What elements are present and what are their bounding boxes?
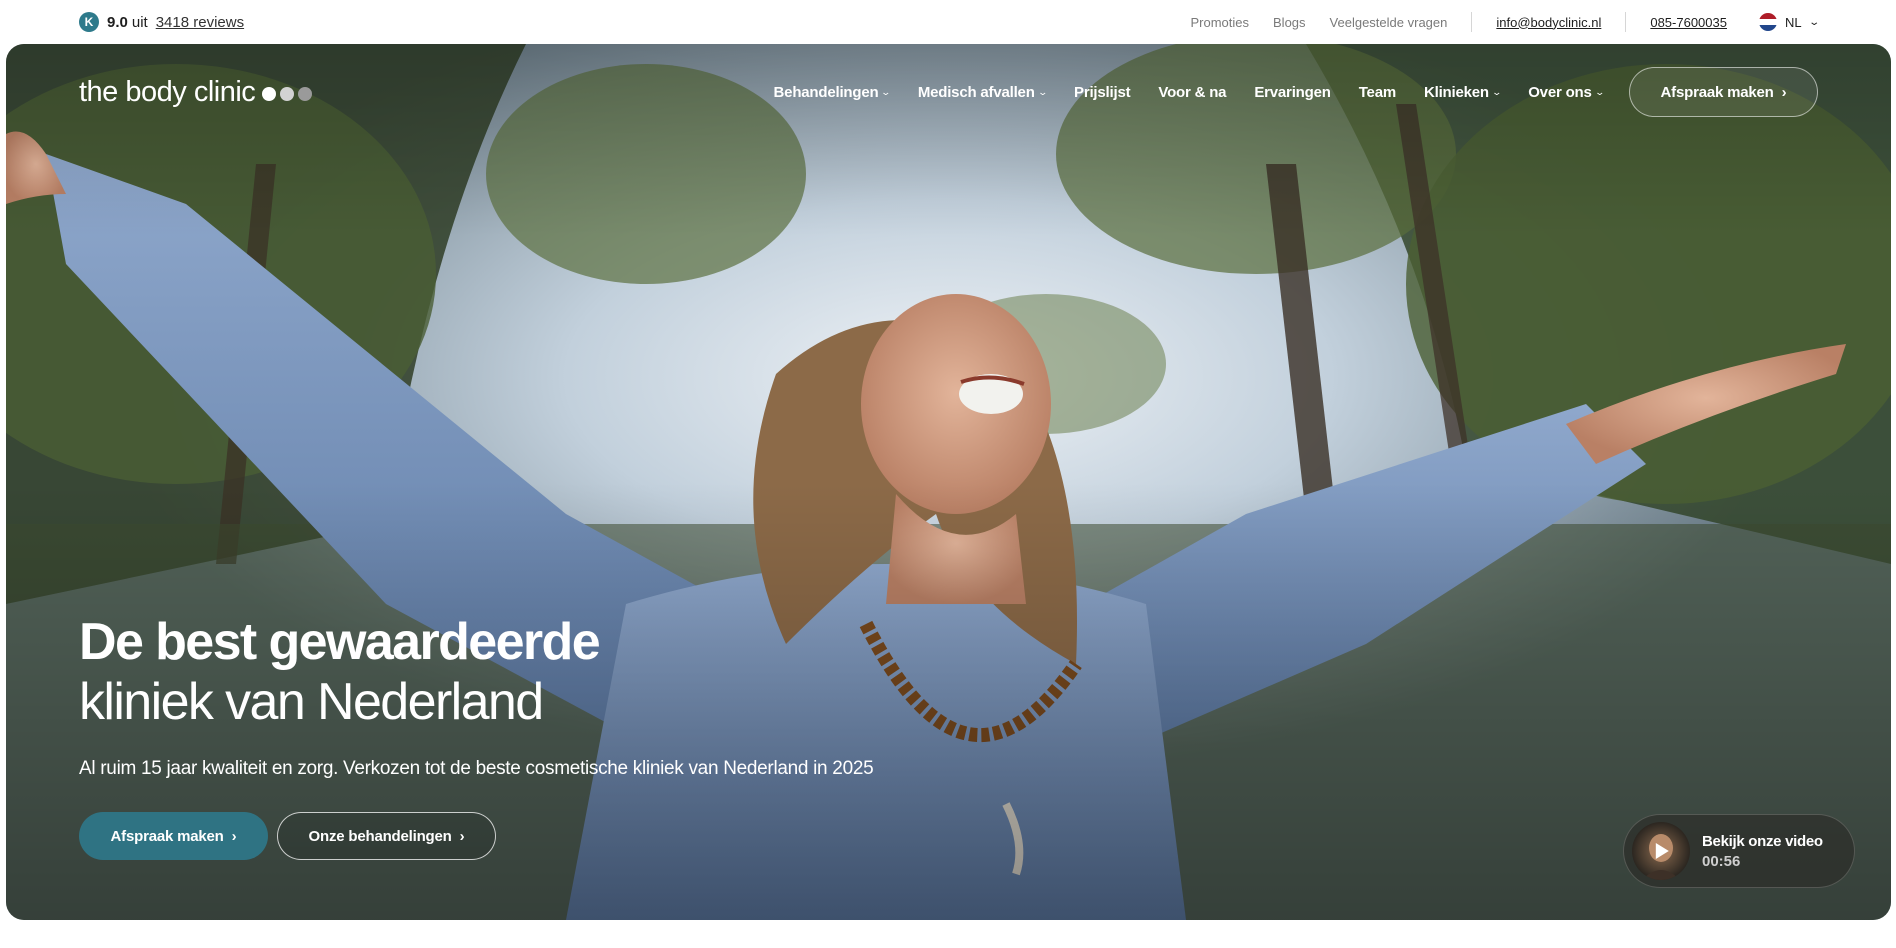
chevron-right-icon: › — [1781, 83, 1787, 101]
logo-text: the body clinic — [79, 75, 256, 108]
nav-item-label: Voor & na — [1158, 83, 1227, 101]
nav-item-team[interactable]: Team — [1359, 84, 1396, 101]
nav-item-label: Klinieken — [1423, 83, 1489, 101]
nav-item-label: Ervaringen — [1254, 83, 1331, 101]
reviews-link[interactable]: 3418 reviews — [156, 14, 244, 31]
nav-item-label: Prijslijst — [1074, 83, 1131, 101]
nav-item-label: Behandelingen — [773, 83, 879, 101]
nav-item-label: Medisch afvallen — [917, 83, 1035, 101]
nav-item-label: Over ons — [1528, 83, 1592, 101]
appointment-button[interactable]: Afspraak maken › — [79, 812, 268, 860]
logo-dots-icon — [262, 87, 313, 101]
kiyoh-k-icon: K — [79, 12, 99, 32]
video-text: Bekijk onze video 00:56 — [1702, 833, 1823, 870]
utility-link-faq[interactable]: Veelgestelde vragen — [1330, 15, 1448, 30]
video-card[interactable]: Bekijk onze video 00:56 — [1623, 814, 1855, 888]
language-label: NL — [1784, 14, 1802, 30]
language-selector[interactable]: NL ⌄ — [1758, 13, 1820, 31]
video-label: Bekijk onze video — [1702, 832, 1823, 850]
nav-item-behandelingen[interactable]: Behandelingen ⌄ — [773, 83, 892, 101]
nav-item-ervaringen[interactable]: Ervaringen — [1254, 83, 1331, 101]
nav-item-label: Team — [1358, 83, 1396, 101]
utility-divider — [1471, 12, 1473, 32]
nav-item-klinieken[interactable]: Klinieken ⌄ — [1423, 83, 1502, 101]
nav-item-voor-na[interactable]: Voor & na — [1158, 84, 1226, 101]
chevron-down-icon: ⌄ — [1491, 86, 1502, 97]
video-duration: 00:56 — [1702, 852, 1741, 870]
hero-section: the body clinic Behandelingen ⌄ Medisch a… — [6, 44, 1891, 920]
hero-title-line1: De best gewaardeerde — [79, 613, 601, 671]
phone-link[interactable]: 085-7600035 — [1650, 15, 1727, 30]
nav-links: Behandelingen ⌄ Medisch afvallen ⌄ Prijsli… — [773, 83, 1605, 101]
utility-divider — [1625, 12, 1627, 32]
netherlands-flag-icon — [1758, 13, 1777, 31]
logo-dot — [262, 87, 277, 101]
nav-item-prijslijst[interactable]: Prijslijst — [1074, 83, 1131, 101]
nav-item-over-ons[interactable]: Over ons ⌄ — [1528, 83, 1605, 101]
main-nav: the body clinic Behandelingen ⌄ Medisch a… — [6, 44, 1891, 140]
rating-widget: K 9.0 uit 3418 reviews — [79, 12, 244, 32]
play-icon — [1655, 843, 1669, 859]
rating-score: 9.0 — [107, 13, 128, 31]
utility-link-promoties[interactable]: Promoties — [1190, 15, 1249, 30]
chevron-down-icon: ⌄ — [1594, 86, 1605, 97]
chevron-down-icon: ⌄ — [1037, 86, 1048, 97]
utility-nav: Promoties Blogs Veelgestelde vragen info… — [1190, 12, 1820, 32]
nav-appointment-button[interactable]: Afspraak maken › — [1629, 67, 1818, 117]
email-link[interactable]: info@bodyclinic.nl — [1496, 15, 1601, 30]
treatments-button[interactable]: Onze behandelingen › — [277, 812, 496, 860]
chevron-down-icon: ⌄ — [881, 86, 892, 97]
utility-link-blogs[interactable]: Blogs — [1273, 15, 1306, 30]
rating-score-suffix: uit — [131, 13, 148, 31]
hero-subtitle: Al ruim 15 jaar kwaliteit en zorg. Verko… — [79, 758, 874, 779]
logo-dot — [280, 87, 295, 101]
treatments-button-label: Onze behandelingen — [308, 827, 452, 845]
appointment-button-label: Afspraak maken — [110, 827, 224, 845]
chevron-right-icon: › — [231, 827, 237, 845]
hero-buttons: Afspraak maken › Onze behandelingen › — [79, 812, 873, 860]
hero-title-line2: kliniek van Nederland — [79, 673, 544, 731]
chevron-down-icon: ⌄ — [1807, 16, 1820, 28]
nav-item-medisch-afvallen[interactable]: Medisch afvallen ⌄ — [917, 83, 1048, 101]
nav-appointment-label: Afspraak maken — [1660, 83, 1774, 101]
hero-copy: De best gewaardeerde kliniek van Nederla… — [79, 612, 874, 860]
logo[interactable]: the body clinic — [79, 75, 313, 109]
chevron-right-icon: › — [459, 827, 465, 845]
logo-dot — [298, 87, 313, 101]
video-thumbnail[interactable] — [1632, 822, 1690, 880]
top-utility-bar: K 9.0 uit 3418 reviews Promoties Blogs V… — [0, 0, 1896, 44]
